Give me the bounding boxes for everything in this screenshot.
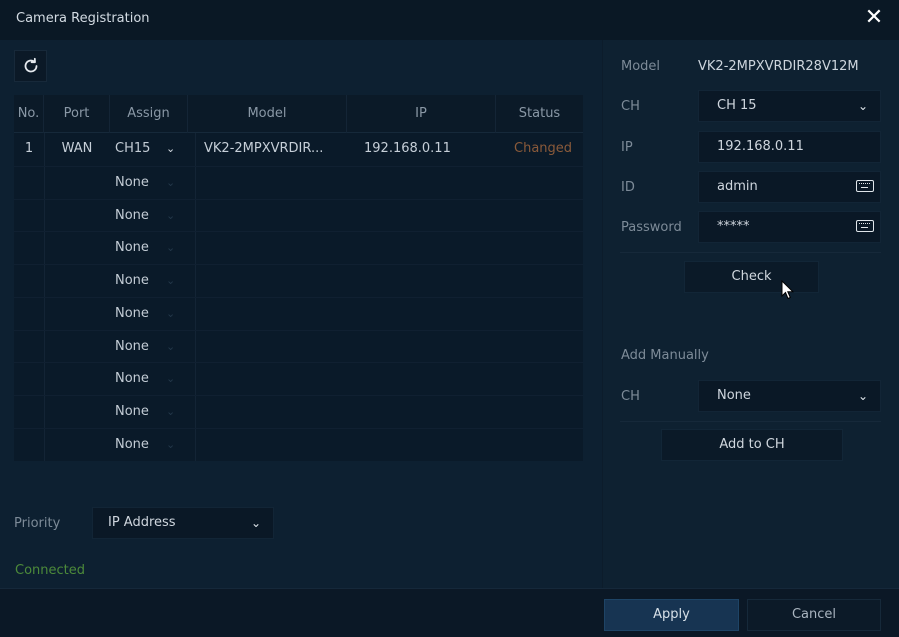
model-label: Model: [621, 59, 661, 74]
table-row[interactable]: None ⌄: [14, 297, 583, 329]
row-assign[interactable]: None: [115, 298, 165, 330]
section-divider: [620, 421, 881, 422]
keyboard-icon[interactable]: [856, 180, 874, 192]
chevron-down-icon[interactable]: ⌄: [166, 200, 175, 232]
chevron-down-icon[interactable]: ⌄: [166, 331, 175, 363]
cancel-button[interactable]: Cancel: [747, 599, 881, 631]
priority-label: Priority: [14, 516, 61, 531]
window-title: Camera Registration: [16, 11, 150, 26]
col-header-no[interactable]: No.: [14, 95, 44, 133]
row-no: 1: [24, 141, 34, 156]
row-assign[interactable]: CH15: [115, 133, 165, 165]
ip-input[interactable]: 192.168.0.11: [698, 131, 881, 163]
row-assign[interactable]: None: [115, 200, 165, 232]
table-row[interactable]: None ⌄: [14, 166, 583, 198]
ip-value: 192.168.0.11: [717, 139, 804, 154]
chevron-down-icon: ⌄: [250, 516, 261, 530]
apply-button[interactable]: Apply: [604, 599, 739, 631]
row-port: WAN: [61, 141, 93, 156]
chevron-down-icon[interactable]: ⌄: [166, 265, 175, 297]
password-label: Password: [621, 220, 682, 235]
keyboard-icon[interactable]: [856, 220, 874, 232]
id-input[interactable]: admin: [698, 171, 881, 203]
connection-status: Connected: [15, 563, 86, 578]
col-header-ip[interactable]: IP: [347, 95, 496, 133]
table-row[interactable]: None ⌄: [14, 330, 583, 362]
chevron-down-icon[interactable]: ⌄: [166, 232, 175, 264]
add-manually-title: Add Manually: [621, 348, 709, 363]
chevron-down-icon[interactable]: ⌄: [166, 363, 175, 395]
chevron-down-icon[interactable]: ⌄: [166, 298, 175, 330]
row-status: Changed: [514, 141, 573, 156]
table-row[interactable]: None ⌄: [14, 428, 583, 460]
manual-ch-select[interactable]: None ⌄: [698, 380, 881, 412]
right-panel: [603, 40, 899, 588]
manual-ch-value: None: [717, 388, 751, 403]
row-assign[interactable]: None: [115, 232, 165, 264]
row-assign[interactable]: None: [115, 167, 165, 199]
chevron-down-icon[interactable]: ⌄: [166, 133, 175, 165]
table-row[interactable]: 1 WAN CH15 ⌄ VK2-2MPXVRDIR... 192.168.0.…: [14, 133, 583, 165]
check-button[interactable]: Check: [684, 261, 819, 293]
table-row[interactable]: None ⌄: [14, 362, 583, 394]
row-ip: 192.168.0.11: [364, 141, 451, 156]
priority-select[interactable]: IP Address ⌄: [92, 507, 274, 539]
col-header-port[interactable]: Port: [44, 95, 110, 133]
chevron-down-icon: ⌄: [857, 389, 868, 403]
ip-label: IP: [621, 140, 633, 155]
chevron-down-icon[interactable]: ⌄: [166, 429, 175, 461]
id-value: admin: [717, 179, 758, 194]
table-row[interactable]: None ⌄: [14, 395, 583, 427]
table-row[interactable]: None ⌄: [14, 264, 583, 296]
row-model: VK2-2MPXVRDIR...: [204, 141, 324, 156]
chevron-down-icon[interactable]: ⌄: [166, 167, 175, 199]
mouse-cursor-icon: [781, 280, 795, 300]
refresh-button[interactable]: [14, 50, 47, 82]
table-row[interactable]: None ⌄: [14, 199, 583, 231]
ch-select[interactable]: CH 15 ⌄: [698, 90, 881, 122]
title-bar: Camera Registration ✕: [0, 0, 899, 40]
row-assign[interactable]: None: [115, 429, 165, 461]
add-to-ch-button[interactable]: Add to CH: [661, 429, 843, 461]
section-divider: [620, 252, 881, 253]
col-header-status[interactable]: Status: [496, 95, 583, 133]
chevron-down-icon: ⌄: [857, 99, 868, 113]
manual-ch-label: CH: [621, 389, 640, 404]
col-header-assign[interactable]: Assign: [110, 95, 188, 133]
id-label: ID: [621, 180, 635, 195]
camera-table: No. Port Assign Model IP Status 1 WAN CH…: [14, 95, 583, 461]
refresh-icon: [24, 57, 37, 73]
table-header: No. Port Assign Model IP Status: [14, 95, 583, 133]
password-input[interactable]: *****: [698, 211, 881, 243]
row-assign[interactable]: None: [115, 396, 165, 428]
row-assign[interactable]: None: [115, 363, 165, 395]
model-value: VK2-2MPXVRDIR28V12M: [698, 59, 859, 74]
ch-label: CH: [621, 99, 640, 114]
password-value: *****: [717, 219, 750, 234]
table-row[interactable]: None ⌄: [14, 231, 583, 263]
row-assign[interactable]: None: [115, 331, 165, 363]
chevron-down-icon[interactable]: ⌄: [166, 396, 175, 428]
priority-value: IP Address: [108, 515, 176, 530]
ch-value: CH 15: [717, 98, 757, 113]
row-assign[interactable]: None: [115, 265, 165, 297]
close-icon[interactable]: ✕: [862, 6, 886, 30]
col-header-model[interactable]: Model: [188, 95, 347, 133]
